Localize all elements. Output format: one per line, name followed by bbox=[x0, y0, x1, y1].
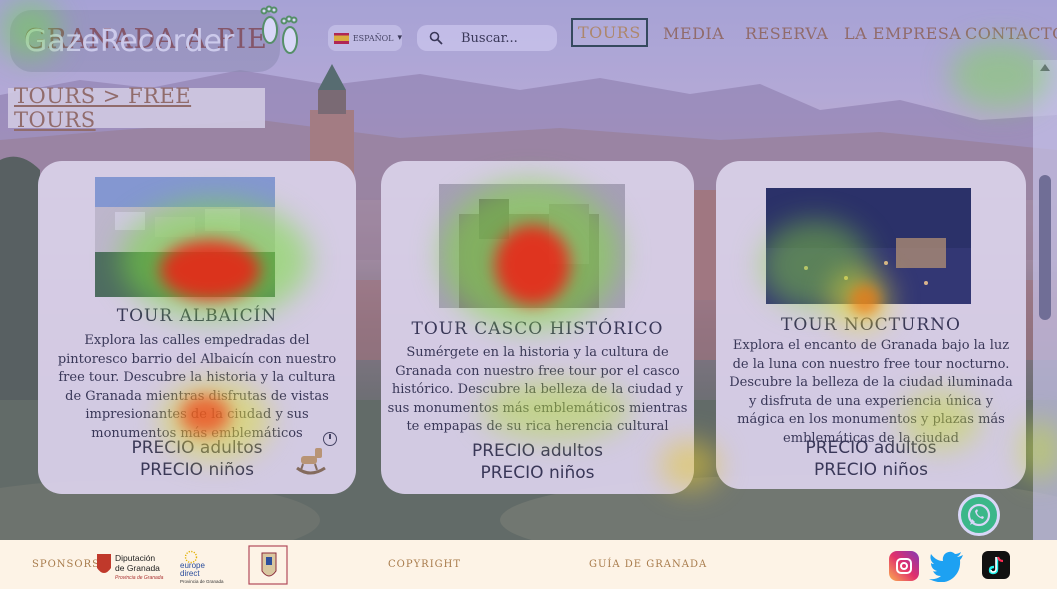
nav-contacto[interactable]: CONTACTO bbox=[965, 18, 1057, 48]
price-adults: PRECIO adultos bbox=[471, 441, 604, 461]
card-description: Explora las calles empedradas del pintor… bbox=[57, 333, 337, 441]
logo[interactable]: GRANADA A PIE GazeRecorder bbox=[10, 10, 280, 72]
card-description: Sumérgete en la historia y la cultura de… bbox=[387, 345, 688, 434]
guia-granada-link[interactable]: GUÍA DE GRANADA bbox=[589, 559, 707, 570]
spain-flag-icon bbox=[334, 32, 349, 44]
search-icon bbox=[429, 31, 443, 45]
logo-brand: GRANADA A PIE GazeRecorder bbox=[24, 24, 268, 59]
instagram-icon[interactable] bbox=[889, 551, 919, 581]
tour-card-casco-historico[interactable]: TOUR CASCO HISTÓRICO Sumérgete en la his… bbox=[381, 161, 694, 494]
casco-historico-photo bbox=[439, 184, 625, 308]
tour-card-nocturno[interactable]: TOUR NOCTURNO Explora el encanto de Gran… bbox=[716, 161, 1026, 489]
twitter-icon[interactable] bbox=[929, 550, 965, 582]
scroll-up-arrow-icon[interactable] bbox=[1040, 64, 1050, 71]
language-selector[interactable]: ESPAÑOL ▾ bbox=[328, 25, 402, 51]
copyright-link[interactable]: COPYRIGHT bbox=[388, 559, 461, 570]
tiktok-icon[interactable] bbox=[982, 551, 1010, 579]
chevron-down-icon: ▾ bbox=[397, 33, 402, 43]
diputacion-line1: Diputación bbox=[115, 553, 156, 563]
sponsors-label: SPONSORS bbox=[32, 559, 100, 570]
whatsapp-icon bbox=[967, 503, 991, 527]
nocturno-photo bbox=[766, 188, 971, 304]
diputacion-emblem-icon bbox=[97, 554, 111, 573]
card-title: TOUR NOCTURNO bbox=[781, 315, 961, 335]
diputacion-line2: de Granada bbox=[115, 563, 160, 573]
breadcrumb-text[interactable]: TOURS > FREE TOURS bbox=[14, 84, 265, 132]
search-box[interactable]: Buscar... bbox=[417, 25, 557, 51]
europe-direct-logo[interactable]: europe direct Provincia de Granada bbox=[180, 550, 236, 584]
diputacion-logo[interactable]: Diputación de Granada Provincia de Grana… bbox=[95, 551, 165, 583]
site-header: GRANADA A PIE GazeRecorder ESPAÑOL ▾ Bus… bbox=[0, 0, 1057, 72]
nav-media[interactable]: MEDIA bbox=[663, 18, 724, 48]
diputacion-tagline: Provincia de Granada bbox=[115, 575, 164, 581]
whatsapp-button[interactable] bbox=[958, 494, 1000, 536]
rocking-horse-icon bbox=[296, 448, 326, 475]
gazerecorder-watermark: GazeRecorder bbox=[24, 24, 235, 59]
language-label: ESPAÑOL bbox=[352, 33, 394, 43]
price-adults: PRECIO adultos bbox=[805, 438, 937, 458]
europe-line2: direct bbox=[180, 569, 200, 578]
nav-la-empresa[interactable]: LA EMPRESA bbox=[844, 18, 961, 48]
ayuntamiento-crest-icon bbox=[248, 545, 288, 585]
europe-line3: Provincia de Granada bbox=[180, 579, 224, 584]
site-footer: SPONSORS Diputación de Granada Provincia… bbox=[0, 540, 1057, 589]
breadcrumb[interactable]: TOURS > FREE TOURS bbox=[8, 84, 265, 132]
ayuntamiento-logo[interactable] bbox=[248, 545, 288, 585]
nav-tours[interactable]: TOURS bbox=[571, 18, 648, 47]
tour-card-albaicin[interactable]: TOUR ALBAICÍN Explora las calles empedra… bbox=[38, 161, 356, 494]
albaicin-photo bbox=[95, 177, 275, 297]
card-title: TOUR ALBAICÍN bbox=[116, 306, 278, 326]
footprints-icon bbox=[260, 5, 298, 54]
scrollbar-thumb[interactable] bbox=[1039, 175, 1051, 320]
nav-reserva[interactable]: RESERVA bbox=[745, 18, 828, 48]
price-kids: PRECIO niños bbox=[480, 463, 595, 483]
card-title: TOUR CASCO HISTÓRICO bbox=[411, 319, 664, 339]
card-description: Explora el encanto de Granada bajo la lu… bbox=[729, 338, 1013, 446]
price-kids: PRECIO niños bbox=[813, 460, 928, 480]
tiktok-glyph-icon bbox=[988, 556, 1004, 575]
search-input[interactable]: Buscar... bbox=[461, 31, 518, 46]
